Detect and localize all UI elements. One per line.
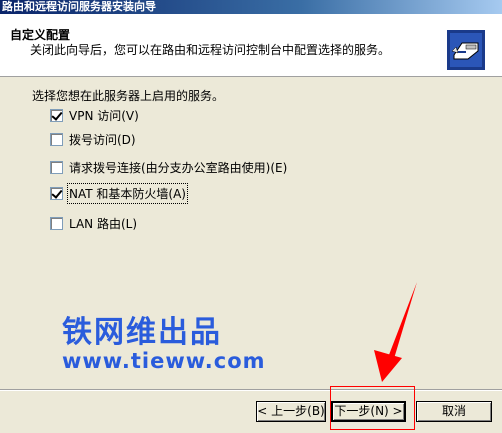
option-lan-routing[interactable]: LAN 路由(L) [50, 215, 137, 231]
dial-up-access-label: 拨号访问(D) [69, 132, 136, 147]
wizard-header: 自定义配置 关闭此向导后，您可以在路由和远程访问控制台中配置选择的服务。 [0, 14, 502, 77]
option-demand-dial[interactable]: 请求拨号连接(由分支办公室路由使用)(E) [50, 159, 287, 175]
watermark: 铁网维出品 www.tieww.com [62, 315, 266, 373]
option-vpn-access[interactable]: VPN 访问(V) [50, 107, 139, 123]
option-nat-firewall[interactable]: NAT 和基本防火墙(A) [50, 182, 188, 204]
network-server-icon [446, 29, 486, 71]
lan-routing-checkbox[interactable] [50, 216, 63, 230]
services-prompt: 选择您想在此服务器上启用的服务。 [32, 89, 225, 103]
window-title: 路由和远程访问服务器安装向导 [0, 0, 502, 14]
vpn-access-checkbox[interactable] [50, 108, 63, 122]
nat-firewall-checkbox[interactable] [50, 186, 63, 200]
watermark-url: www.tieww.com [62, 349, 266, 373]
vpn-access-label: VPN 访问(V) [69, 108, 139, 123]
back-button[interactable]: < 上一步(B) [256, 401, 326, 422]
watermark-title: 铁网维出品 [62, 315, 222, 350]
option-dial-up-access[interactable]: 拨号访问(D) [50, 131, 136, 147]
annotation-arrow-icon [374, 282, 417, 382]
lan-routing-label: LAN 路由(L) [69, 216, 138, 231]
cancel-button[interactable]: 取消 [416, 401, 492, 422]
dial-up-access-checkbox[interactable] [50, 132, 63, 146]
demand-dial-label: 请求拨号连接(由分支办公室路由使用)(E) [69, 160, 288, 175]
demand-dial-checkbox[interactable] [50, 160, 63, 174]
page-subtitle: 关闭此向导后，您可以在路由和远程访问控制台中配置选择的服务。 [30, 43, 391, 57]
nat-firewall-label: NAT 和基本防火墙(A) [67, 182, 188, 204]
wizard-footer: < 上一步(B) 下一步(N) > 取消 [0, 389, 502, 433]
next-button[interactable]: 下一步(N) > [331, 401, 406, 422]
